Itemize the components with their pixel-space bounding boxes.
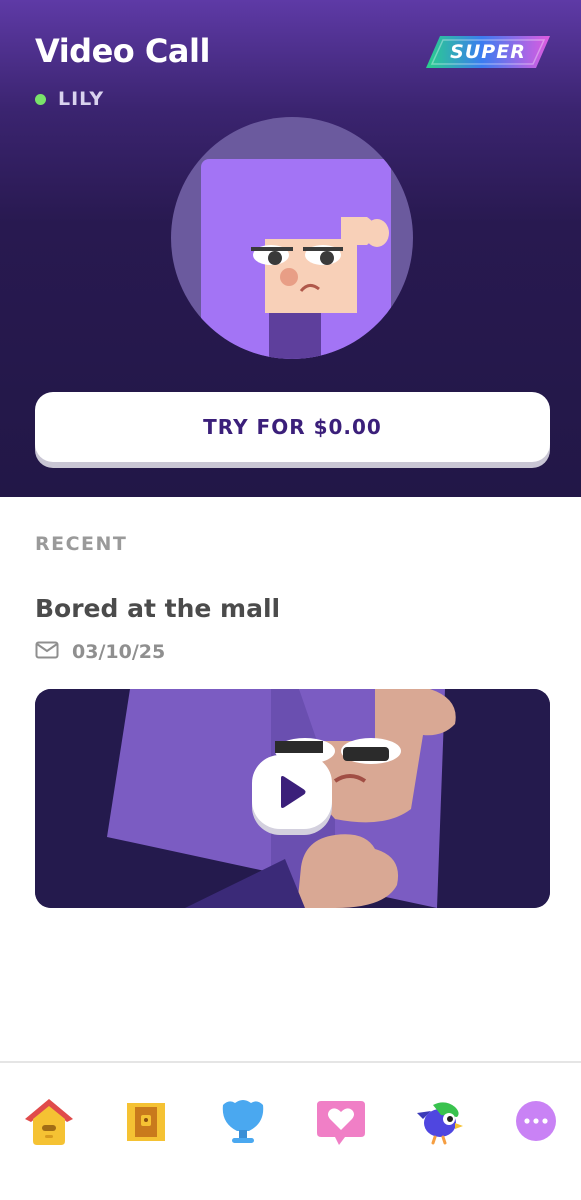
super-badge-label: SUPER [450,41,526,63]
tab-home[interactable] [21,1093,77,1149]
call-meta: 03/10/25 [35,640,165,664]
recent-section-label: RECENT [35,533,128,555]
video-call-header: Video Call SUPER LILY TRY FOR $0.00 [0,0,581,497]
tab-chest[interactable] [118,1093,174,1149]
contact-status: LILY [35,88,104,110]
page-title: Video Call [35,32,210,70]
heart-bubble-icon [317,1101,365,1145]
bottom-tab-bar [0,1061,581,1200]
bird-character-icon [417,1102,463,1145]
play-button[interactable] [252,755,332,829]
tab-more[interactable] [508,1093,564,1149]
video-thumbnail[interactable] [35,689,550,908]
envelope-icon [35,641,59,663]
tab-character[interactable] [411,1093,467,1149]
tab-league[interactable] [215,1093,271,1149]
birdhouse-icon [25,1099,73,1145]
contact-avatar [171,117,413,359]
call-date: 03/10/25 [72,641,166,663]
more-icon [516,1101,556,1141]
try-free-button[interactable]: TRY FOR $0.00 [35,392,550,462]
play-icon [281,776,306,808]
tab-social[interactable] [313,1093,369,1149]
treasure-chest-icon [127,1103,165,1141]
super-badge[interactable]: SUPER [426,36,550,68]
online-indicator [35,93,46,105]
contact-name: LILY [58,88,105,110]
call-title[interactable]: Bored at the mall [35,594,280,623]
trophy-icon [222,1100,264,1143]
